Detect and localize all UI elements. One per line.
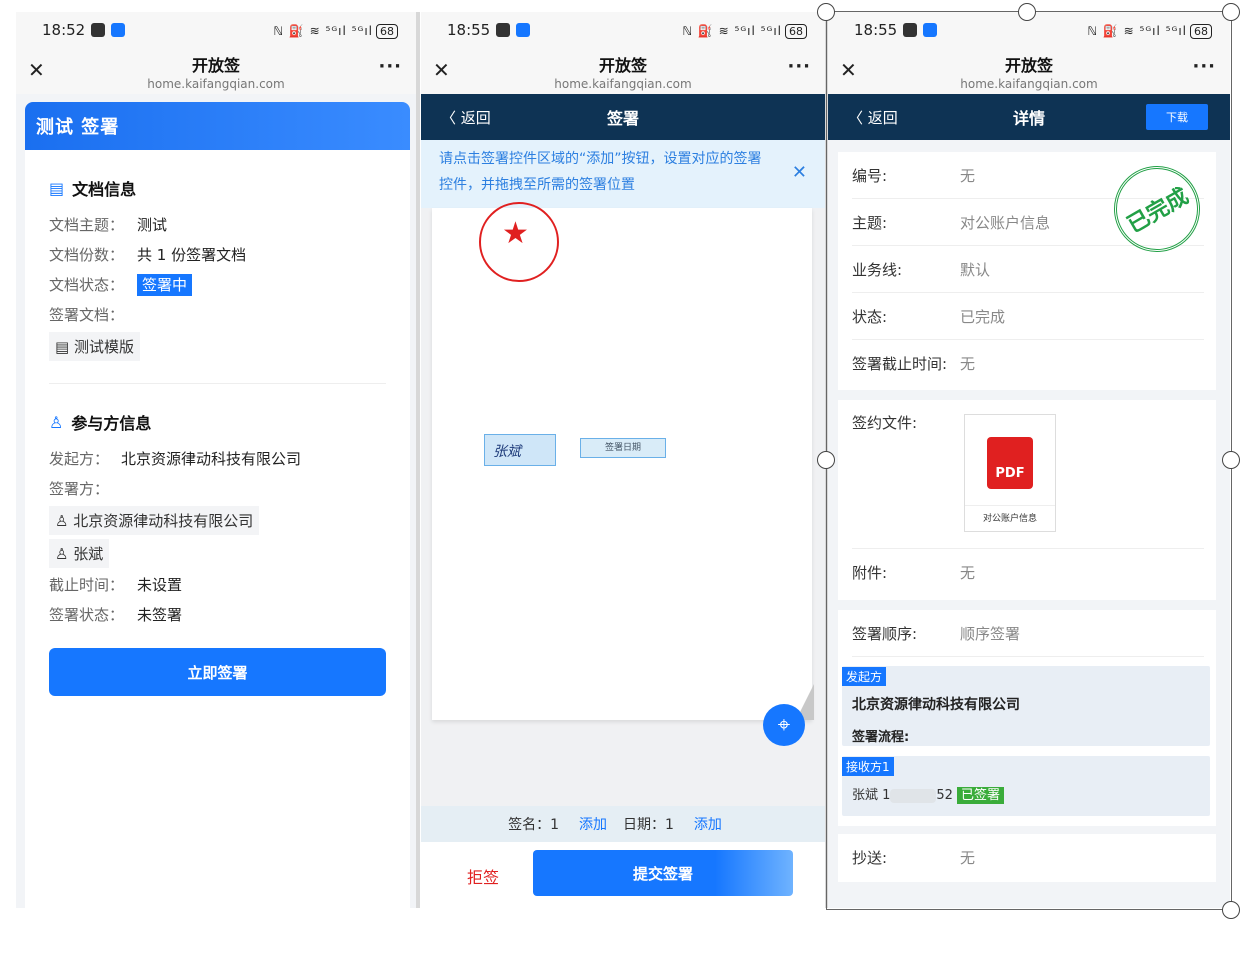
instruction-notice: 请点击签署控件区域的“添加”按钮，设置对应的签署控件，并拖拽至所需的签署位置 ✕ [421, 140, 825, 208]
resize-handle[interactable] [817, 451, 835, 469]
notice-text: 请点击签署控件区域的“添加”按钮，设置对应的签署控件，并拖拽至所需的签署位置 [439, 151, 762, 193]
divider [49, 383, 386, 384]
signal-icons: ℕ ⛽ ≋ ⁵ᴳıl ⁵ᴳıl [682, 24, 782, 38]
star-icon: ★ [502, 216, 529, 251]
person-icon: ♙ [55, 512, 74, 530]
sign-card: 测试 签署 ▤ 文档信息 文档主题： 测试 文档份数：共 1 份签署文档 文档状态：… [25, 102, 410, 908]
resize-handle[interactable] [817, 3, 835, 21]
resize-handle[interactable] [1018, 3, 1036, 21]
resize-handle[interactable] [1222, 3, 1240, 21]
phone-panel-sign-info: 18:52 ℕ ⛽ ≋ ⁵ᴳıl ⁵ᴳıl 68 ✕ 开放签 home.kaifa… [16, 12, 416, 908]
app-icon [516, 23, 531, 37]
resize-handle[interactable] [1222, 451, 1240, 469]
person-icon: ♙ [55, 545, 74, 563]
status-badge: 签署中 [137, 274, 193, 296]
section-title: 参与方信息 [71, 414, 152, 433]
doc-subject-row: 文档主题： 测试 [49, 216, 168, 234]
close-icon[interactable]: ✕ [28, 58, 45, 82]
sign-now-button[interactable]: 立即签署 [49, 648, 386, 696]
people-icon: ♙ [49, 412, 64, 432]
party-info-section: ♙ 参与方信息 发起方： 北京资源律动科技有限公司 签署方： ♙ 北京资源律动科技有… [25, 410, 410, 630]
control-counts-bar: 签名：1 添加 日期：1 添加 [421, 806, 825, 842]
resize-handle[interactable] [1222, 901, 1240, 919]
status-bar: 18:52 ℕ ⛽ ≋ ⁵ᴳıl ⁵ᴳıl 68 [16, 12, 416, 48]
sign-doc-row: 签署文档： [49, 306, 125, 324]
file-icon: ▤ [55, 338, 74, 356]
more-menu-icon[interactable]: ··· [378, 56, 402, 77]
app-title: 开放签 [191, 55, 240, 75]
company-seal-stamp: ★ [479, 202, 559, 282]
doc-count-row: 文档份数：共 1 份签署文档 [49, 246, 247, 264]
page-url: home.kaifangqian.com [147, 76, 285, 91]
document-chip[interactable]: ▤ 测试模版 [49, 332, 140, 361]
add-signature-link[interactable]: 添加 [579, 814, 607, 834]
sign-date-field[interactable]: 签署日期 [580, 438, 666, 458]
back-button[interactable]: 〈 返回 [441, 107, 491, 128]
nav-bar: 〈 返回 签署 [421, 94, 825, 140]
battery-indicator: 68 [376, 24, 398, 39]
browser-title-bar: ✕ 开放签 home.kaifangqian.com ··· [16, 48, 416, 94]
page-title: 签署 [606, 109, 639, 128]
app-title: 开放签 [598, 55, 647, 75]
deadline-row: 截止时间： 未设置 [49, 576, 183, 594]
document-info-section: ▤ 文档信息 文档主题： 测试 文档份数：共 1 份签署文档 文档状态： 签署中 签署… [25, 176, 410, 384]
close-icon[interactable]: ✕ [792, 160, 807, 186]
panel-separator [416, 12, 420, 908]
sign-status-row: 签署状态： 未签署 [49, 606, 183, 624]
add-date-link[interactable]: 添加 [694, 814, 722, 834]
clock: 18:55 [447, 21, 491, 39]
section-title: 文档信息 [72, 180, 137, 199]
wechat-icon [496, 23, 511, 37]
phone-panel-signing: 18:55 ℕ ⛽ ≋ ⁵ᴳıl ⁵ᴳıl 68 ✕ 开放签 home.kaifa… [421, 12, 825, 908]
signer-row: 签署方： [49, 480, 110, 498]
signer-chip[interactable]: ♙ 张斌 [49, 539, 110, 568]
crosshair-icon: ⌖ [777, 712, 791, 738]
initiator-row: 发起方： 北京资源律动科技有限公司 [49, 450, 302, 468]
clock: 18:52 [42, 21, 86, 39]
more-menu-icon[interactable]: ··· [787, 56, 811, 77]
doc-status-row: 文档状态： 签署中 [49, 270, 386, 300]
reject-button[interactable]: 拒签 [467, 864, 499, 888]
document-preview: ★ 张斌 签署日期 [432, 202, 812, 720]
app-icon [111, 23, 126, 37]
page-url: home.kaifangqian.com [554, 76, 692, 91]
signature-count: 签名：1 [508, 817, 559, 833]
date-count: 日期：1 [623, 817, 674, 833]
status-bar: 18:55 ℕ ⛽ ≋ ⁵ᴳıl ⁵ᴳıl 68 [421, 12, 825, 48]
battery-indicator: 68 [785, 24, 807, 39]
signer-chip[interactable]: ♙ 北京资源律动科技有限公司 [49, 506, 260, 535]
locate-fab-button[interactable]: ⌖ [763, 704, 805, 746]
wechat-icon [91, 23, 106, 37]
signature-field[interactable]: 张斌 [484, 434, 556, 466]
action-bar: 拒签 提交签署 [421, 842, 825, 908]
selection-frame [826, 11, 1232, 910]
signal-icons: ℕ ⛽ ≋ ⁵ᴳıl ⁵ᴳıl [273, 24, 373, 38]
submit-sign-button[interactable]: 提交签署 [533, 850, 793, 896]
close-icon[interactable]: ✕ [433, 58, 450, 82]
document-icon: ▤ [49, 178, 65, 198]
card-header: 测试 签署 [25, 102, 410, 150]
browser-title-bar: ✕ 开放签 home.kaifangqian.com ··· [421, 48, 825, 94]
